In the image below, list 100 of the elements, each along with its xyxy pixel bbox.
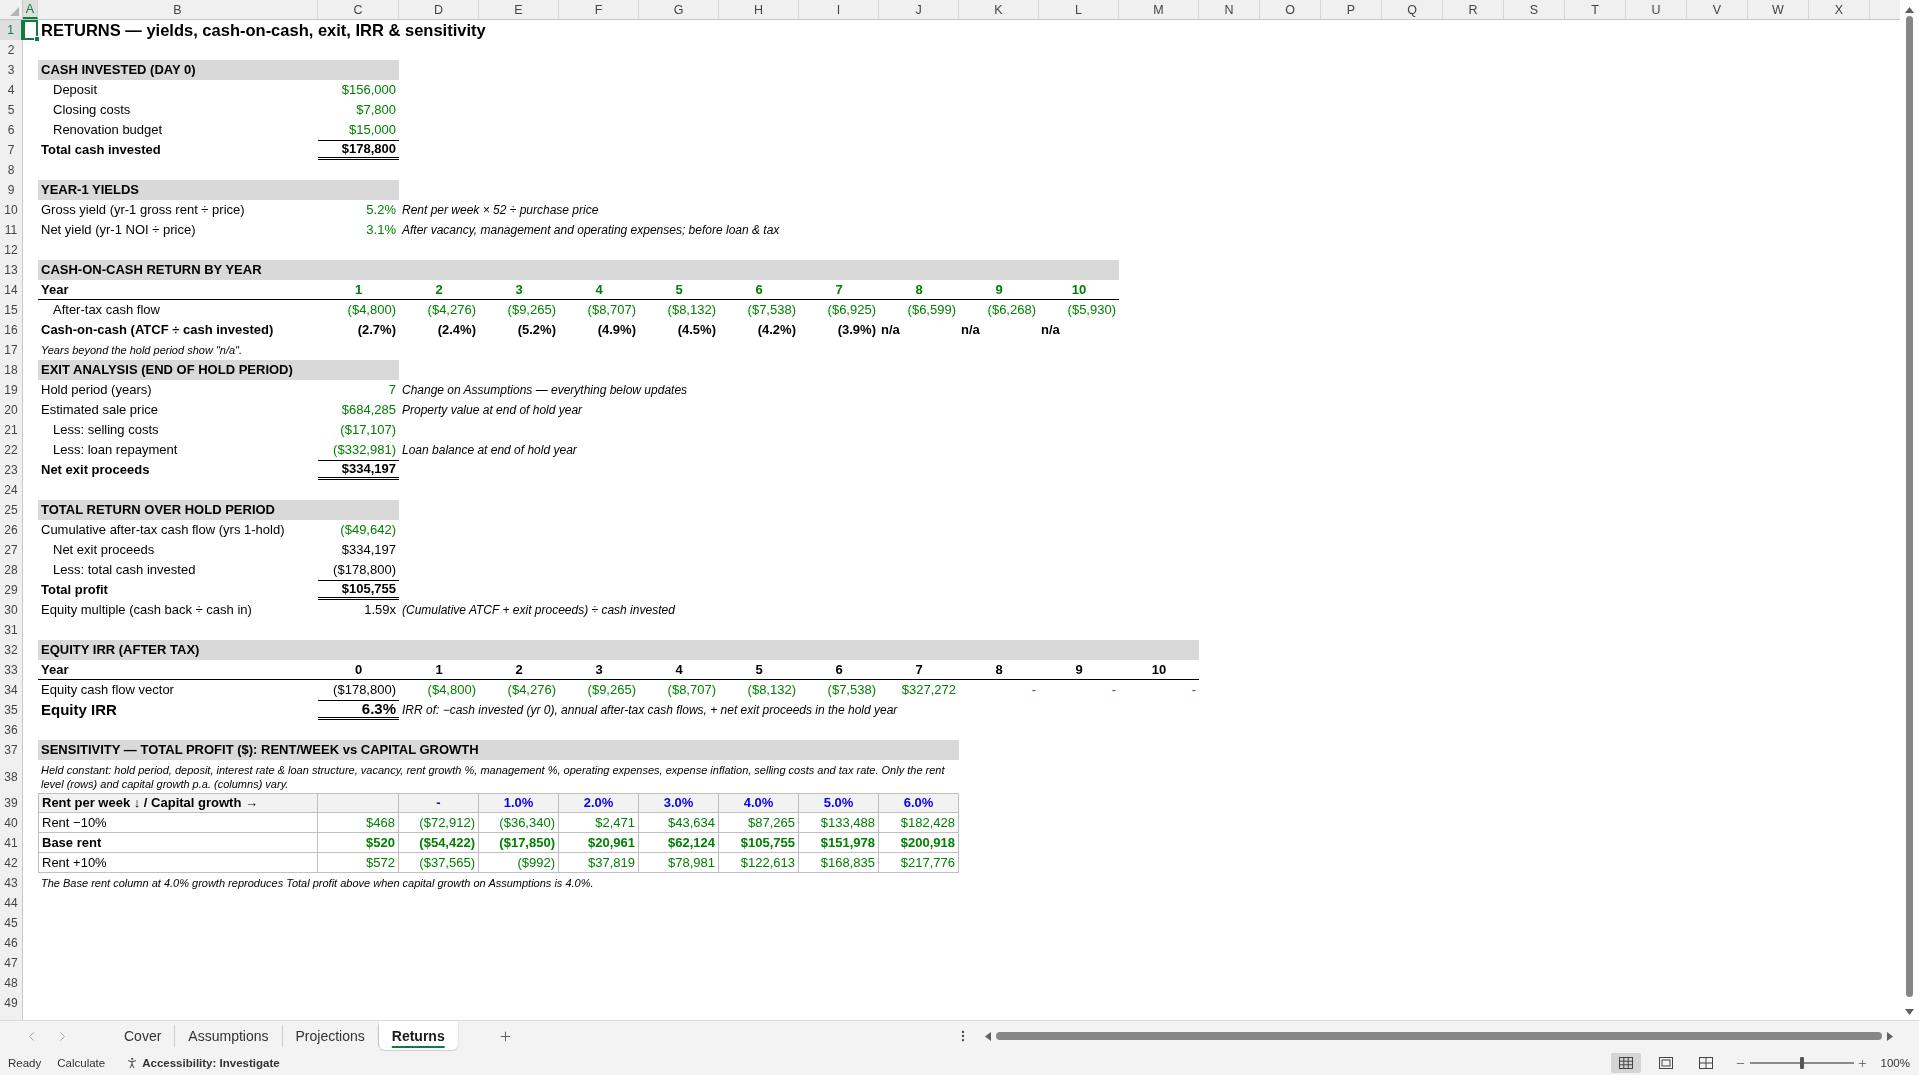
row-header[interactable]: 46: [0, 933, 23, 953]
table-cell: ($17,850): [479, 833, 559, 853]
scrollbar-thumb[interactable]: [1906, 16, 1913, 997]
sheet-tab[interactable]: Assumptions: [175, 1025, 283, 1047]
row-header[interactable]: 18: [0, 360, 23, 380]
row-header[interactable]: 31: [0, 620, 23, 640]
row-header[interactable]: 12: [0, 240, 23, 260]
amount: ($9,265): [507, 302, 557, 318]
column-header[interactable]: J: [879, 0, 959, 19]
column-header[interactable]: V: [1687, 0, 1748, 19]
row-header[interactable]: 13: [0, 260, 23, 280]
row-header[interactable]: 38: [0, 760, 23, 793]
view-button[interactable]: [1610, 1053, 1641, 1073]
column-header[interactable]: Q: [1382, 0, 1443, 19]
column-header[interactable]: B: [38, 0, 318, 19]
column-header[interactable]: G: [639, 0, 719, 19]
row-header[interactable]: 11: [0, 220, 23, 240]
triangle-right-icon[interactable]: [1887, 1031, 1893, 1041]
fill-handle[interactable]: [34, 36, 40, 42]
column-header[interactable]: P: [1321, 0, 1382, 19]
column-header[interactable]: I: [799, 0, 879, 19]
row-header[interactable]: 47: [0, 953, 23, 973]
triangle-left-icon[interactable]: [985, 1031, 991, 1041]
row-header[interactable]: 22: [0, 440, 23, 460]
column-header[interactable]: T: [1565, 0, 1626, 19]
amount: $327,272: [901, 682, 957, 698]
row-header[interactable]: 19: [0, 380, 23, 400]
row-header[interactable]: 42: [0, 853, 23, 873]
row-header[interactable]: 48: [0, 973, 23, 993]
row-header[interactable]: 39: [0, 793, 23, 813]
row-header[interactable]: 30: [0, 600, 23, 620]
row-header[interactable]: 26: [0, 520, 23, 540]
row-header[interactable]: 16: [0, 320, 23, 340]
row-header[interactable]: 6: [0, 120, 23, 140]
row-header[interactable]: 9: [0, 180, 23, 200]
scrollbar-thumb[interactable]: [996, 1032, 1882, 1040]
row-header[interactable]: 4: [0, 80, 23, 100]
triangle-up-icon[interactable]: [1905, 7, 1914, 13]
column-header[interactable]: K: [959, 0, 1039, 19]
row-header[interactable]: 7: [0, 140, 23, 160]
row-header[interactable]: 17: [0, 340, 23, 360]
zoom-level[interactable]: 100%: [1880, 1057, 1910, 1069]
sheet-tab[interactable]: Returns: [378, 1021, 458, 1050]
row-header[interactable]: 8: [0, 160, 23, 180]
column-header[interactable]: S: [1504, 0, 1565, 19]
accessibility-button[interactable]: Accessibility: Investigate: [125, 1056, 280, 1070]
column-header[interactable]: E: [479, 0, 559, 19]
sheet-tab[interactable]: Cover: [111, 1025, 176, 1047]
column-header[interactable]: R: [1443, 0, 1504, 19]
zoom-slider-thumb[interactable]: [1799, 1057, 1804, 1069]
amount: ($8,132): [667, 302, 717, 318]
row-header[interactable]: 24: [0, 480, 23, 500]
column-header[interactable]: X: [1809, 0, 1870, 19]
row-header[interactable]: 41: [0, 833, 23, 853]
row-header[interactable]: 43: [0, 873, 23, 893]
row-header[interactable]: 34: [0, 680, 23, 700]
amount: 3.1%: [366, 222, 397, 238]
row-header[interactable]: 20: [0, 400, 23, 420]
row-header[interactable]: 33: [0, 660, 23, 680]
row-header[interactable]: 1: [0, 20, 23, 40]
row-header[interactable]: 3: [0, 60, 23, 80]
percentage: (4.9%): [597, 322, 637, 338]
sheet-tab[interactable]: Projections: [282, 1025, 379, 1047]
row-header[interactable]: 10: [0, 200, 23, 220]
column-header[interactable]: U: [1626, 0, 1687, 19]
column-header[interactable]: M: [1119, 0, 1199, 19]
row-header[interactable]: 40: [0, 813, 23, 833]
row-header[interactable]: 21: [0, 420, 23, 440]
row-header[interactable]: 27: [0, 540, 23, 560]
row-header[interactable]: 5: [0, 100, 23, 120]
table-cell: $2,471: [559, 813, 639, 833]
row-header[interactable]: 44: [0, 893, 23, 913]
row-header[interactable]: 2: [0, 40, 23, 60]
column-header[interactable]: H: [719, 0, 799, 19]
row-header-cell: Rent −10%: [38, 813, 318, 833]
row-header[interactable]: 35: [0, 700, 23, 720]
column-header[interactable]: W: [1748, 0, 1809, 19]
column-header[interactable]: L: [1039, 0, 1119, 19]
year-number: 0: [354, 662, 363, 678]
row-header[interactable]: 25: [0, 500, 23, 520]
row-header[interactable]: 45: [0, 913, 23, 933]
row-header[interactable]: 49: [0, 993, 23, 1013]
column-header[interactable]: A: [23, 0, 38, 19]
row-header[interactable]: 15: [0, 300, 23, 320]
row-header[interactable]: 29: [0, 580, 23, 600]
column-header[interactable]: F: [559, 0, 639, 19]
row-header[interactable]: 14: [0, 280, 23, 300]
column-header[interactable]: C: [318, 0, 399, 19]
row-header[interactable]: 37: [0, 740, 23, 760]
line-label: Cumulative after-tax cash flow (yrs 1-hold): [40, 522, 285, 538]
active-cell[interactable]: [23, 20, 38, 40]
triangle-down-icon[interactable]: [1905, 1009, 1914, 1015]
row-header[interactable]: 28: [0, 560, 23, 580]
calculate-button[interactable]: Calculate: [57, 1057, 106, 1069]
column-header[interactable]: O: [1260, 0, 1321, 19]
column-header[interactable]: N: [1199, 0, 1260, 19]
row-header[interactable]: 32: [0, 640, 23, 660]
row-header[interactable]: 36: [0, 720, 23, 740]
row-header[interactable]: 23: [0, 460, 23, 480]
column-header[interactable]: D: [399, 0, 479, 19]
